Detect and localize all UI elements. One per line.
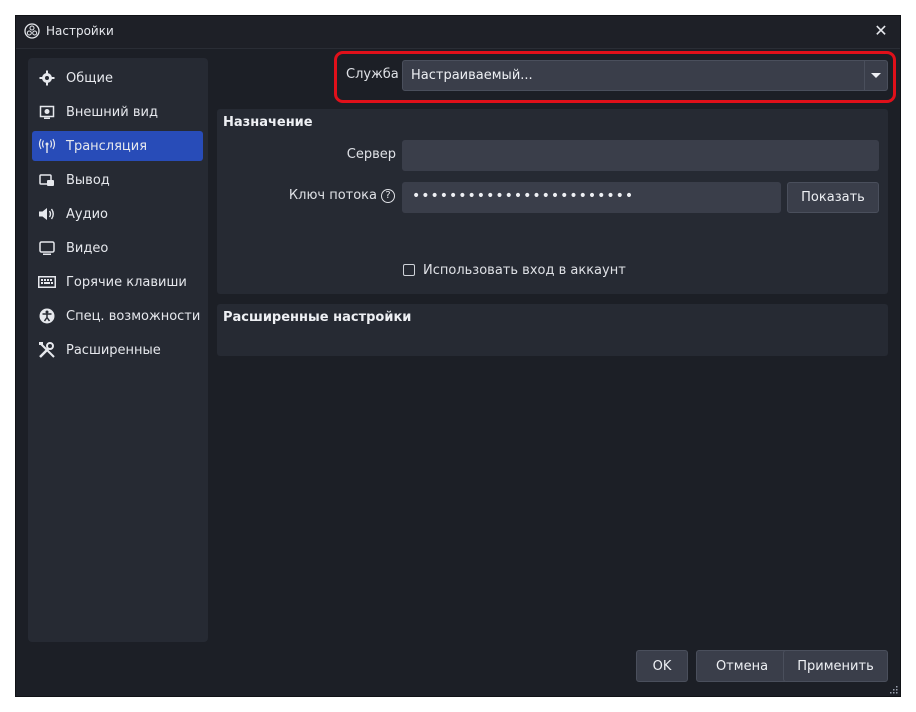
sidebar-item-appearance[interactable]: Внешний вид bbox=[32, 97, 203, 127]
wrench-icon bbox=[38, 341, 56, 359]
sidebar-item-hotkeys[interactable]: Горячие клавиши bbox=[32, 267, 203, 297]
sidebar-item-label: Внешний вид bbox=[66, 104, 158, 120]
resize-grip-icon[interactable] bbox=[888, 684, 898, 694]
sidebar-item-label: Расширенные bbox=[66, 342, 161, 358]
settings-sidebar: Общие Внешний вид Трансляция Вывод Аудио… bbox=[28, 58, 208, 642]
obs-logo-icon bbox=[24, 23, 40, 39]
speaker-icon bbox=[38, 205, 56, 223]
sidebar-item-general[interactable]: Общие bbox=[32, 63, 203, 93]
sidebar-item-label: Горячие клавиши bbox=[66, 274, 187, 290]
sidebar-item-video[interactable]: Видео bbox=[32, 233, 203, 263]
sidebar-item-stream[interactable]: Трансляция bbox=[32, 131, 203, 161]
gear-icon bbox=[38, 69, 56, 87]
keyboard-icon bbox=[38, 273, 56, 291]
sidebar-item-label: Общие bbox=[66, 70, 113, 86]
sidebar-item-label: Аудио bbox=[66, 206, 108, 222]
stream-key-value: •••••••••••••••••••••••• bbox=[412, 188, 635, 204]
sidebar-item-audio[interactable]: Аудио bbox=[32, 199, 203, 229]
ok-button[interactable]: OK bbox=[636, 650, 688, 682]
use-account-label[interactable]: Использовать вход в аккаунт bbox=[423, 263, 626, 278]
server-label: Сервер bbox=[346, 147, 396, 162]
stream-key-input[interactable]: •••••••••••••••••••••••• bbox=[402, 182, 781, 213]
help-icon[interactable]: ? bbox=[381, 189, 395, 203]
monitor-icon bbox=[38, 239, 56, 257]
red-highlight-frame bbox=[334, 51, 896, 103]
server-input[interactable] bbox=[402, 140, 879, 171]
stream-key-label: Ключ потока bbox=[288, 188, 377, 203]
title-bar: Настройки ✕ bbox=[16, 16, 900, 49]
show-key-button[interactable]: Показать bbox=[787, 182, 879, 213]
accessibility-icon bbox=[38, 307, 56, 325]
sidebar-item-label: Видео bbox=[66, 240, 109, 256]
output-icon bbox=[38, 171, 56, 189]
apply-button[interactable]: Применить bbox=[783, 650, 888, 682]
close-icon[interactable]: ✕ bbox=[870, 20, 892, 42]
sidebar-item-label: Вывод bbox=[66, 172, 110, 188]
settings-window: Настройки ✕ Общие Внешний вид Трансляция bbox=[16, 16, 900, 696]
sidebar-item-label: Трансляция bbox=[66, 138, 148, 154]
sidebar-item-label: Спец. возможности bbox=[66, 308, 201, 324]
section-title: Назначение bbox=[223, 115, 313, 130]
broadcast-icon bbox=[38, 137, 56, 155]
advanced-settings-section: Расширенные настройки bbox=[217, 304, 888, 356]
cancel-button[interactable]: Отмена bbox=[696, 650, 788, 682]
sidebar-item-advanced[interactable]: Расширенные bbox=[32, 335, 203, 365]
sidebar-item-output[interactable]: Вывод bbox=[32, 165, 203, 195]
sidebar-item-accessibility[interactable]: Спец. возможности bbox=[32, 301, 203, 331]
use-account-checkbox[interactable] bbox=[403, 264, 415, 276]
window-title: Настройки bbox=[46, 24, 114, 38]
appearance-icon bbox=[38, 103, 56, 121]
section-title: Расширенные настройки bbox=[223, 310, 412, 325]
